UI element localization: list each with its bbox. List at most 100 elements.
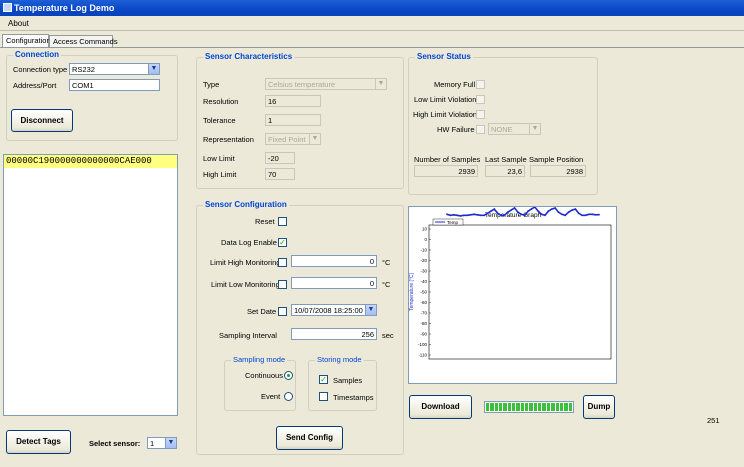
address-input[interactable]: COM1 — [69, 79, 160, 91]
hw-failure-select: NONE ▼ — [488, 123, 541, 135]
tab-access-commands[interactable]: Access Commands — [49, 35, 118, 47]
select-sensor-select[interactable]: 1 ▼ — [147, 437, 177, 449]
limit-high-checkbox[interactable] — [278, 258, 287, 267]
connection-type-select[interactable]: RS232 ▼ — [69, 63, 160, 75]
low-limit-violation-label: Low Limit Violation — [414, 95, 477, 104]
hw-failure-checkbox — [476, 125, 485, 134]
data-point — [547, 210, 550, 213]
progress-segment — [499, 403, 503, 411]
chart-title: Temperature Graph — [485, 212, 542, 219]
y-tick-label: -110 — [418, 353, 427, 358]
data-point — [530, 208, 533, 210]
sample-position-label: Sample Position — [529, 155, 584, 164]
data-point — [588, 213, 590, 216]
legend-label: Temp — [447, 220, 459, 225]
sampling-interval-unit: sec — [382, 331, 394, 340]
select-sensor-label: Select sensor: — [89, 439, 141, 448]
reset-checkbox[interactable] — [278, 217, 287, 226]
limit-low-checkbox[interactable] — [278, 280, 287, 289]
progress-segment — [520, 403, 525, 411]
low-limit-violation-checkbox — [476, 95, 485, 104]
progress-segment — [507, 403, 512, 411]
temperature-graph: Temperature Graph Temp Temperature [°C] … — [408, 205, 617, 384]
data-point — [486, 212, 489, 215]
data-point — [557, 211, 560, 214]
data-point — [452, 213, 455, 216]
address-label: Address/Port — [13, 81, 57, 90]
app-icon — [3, 3, 12, 12]
y-tick-label: -90 — [420, 332, 427, 337]
memory-full-label: Memory Full — [434, 80, 476, 89]
reset-label: Reset — [255, 217, 275, 226]
plot-area — [428, 224, 612, 360]
timestamps-label: Timestamps — [333, 393, 374, 402]
sample-counter: 251 — [707, 416, 720, 425]
download-button[interactable]: Download — [409, 395, 472, 419]
tab-configuration[interactable]: Configuration — [2, 34, 51, 47]
y-tick-label: -20 — [420, 258, 427, 263]
limit-high-label: Limit High Monitoring — [210, 258, 281, 267]
timestamps-checkbox[interactable] — [319, 392, 328, 401]
storing-mode-group: Storing mode ✓ Samples Timestamps — [308, 355, 377, 411]
progress-segment — [542, 403, 546, 411]
num-samples-value: 2939 — [414, 165, 478, 177]
limit-high-input[interactable]: 0 — [291, 255, 377, 267]
event-label: Event — [261, 392, 281, 401]
send-config-button[interactable]: Send Config — [276, 426, 343, 450]
continuous-radio[interactable] — [284, 371, 293, 380]
resolution-label: Resolution — [203, 97, 239, 106]
chevron-down-icon: ▼ — [165, 438, 176, 448]
data-point — [483, 214, 486, 217]
limit-high-unit: °C — [382, 258, 391, 267]
sensor-configuration-title: Sensor Configuration — [203, 200, 289, 209]
chevron-down-icon: ▼ — [148, 64, 159, 74]
disconnect-button[interactable]: Disconnect — [11, 109, 73, 132]
type-select: Celsius temperature ▼ — [265, 78, 387, 90]
dump-button[interactable]: Dump — [583, 395, 615, 419]
data-point — [456, 214, 458, 217]
progress-segment — [533, 403, 538, 411]
data-point — [446, 213, 448, 216]
tag-list-item[interactable]: 00000C190000000000000CAE000 — [4, 155, 177, 168]
storing-mode-title: Storing mode — [315, 355, 364, 364]
event-radio[interactable] — [284, 392, 293, 401]
data-point — [449, 214, 452, 217]
set-date-picker[interactable]: 10/07/2008 18:25:00 ▼ — [291, 304, 377, 316]
limit-low-input[interactable]: 0 — [291, 277, 377, 289]
data-point — [493, 208, 496, 210]
progress-segment — [494, 403, 499, 411]
samples-checkbox[interactable]: ✓ — [319, 375, 328, 384]
sampling-interval-input[interactable]: 256 — [291, 328, 377, 340]
limit-low-unit: °C — [382, 280, 391, 289]
memory-full-checkbox — [476, 80, 485, 89]
data-point — [571, 209, 573, 211]
y-tick-label: -10 — [420, 248, 427, 253]
progress-segment — [516, 403, 520, 411]
high-limit-label: High Limit — [203, 170, 237, 179]
progress-segment — [538, 403, 542, 411]
chevron-down-icon: ▼ — [309, 134, 320, 144]
data-point — [523, 214, 526, 217]
low-limit-value: -20 — [265, 152, 295, 164]
data-log-enable-label: Data Log Enable — [221, 238, 277, 247]
data-point — [520, 213, 523, 216]
tag-list[interactable]: 00000C190000000000000CAE000 — [3, 154, 178, 416]
y-tick-label: -60 — [420, 300, 427, 305]
menu-about[interactable]: About — [8, 19, 29, 28]
y-axis-label: Temperature [°C] — [409, 272, 415, 310]
sensor-configuration-group: Sensor Configuration Reset Data Log Enab… — [196, 200, 404, 455]
data-log-enable-checkbox[interactable]: ✓ — [278, 238, 287, 247]
y-tick-label: 10 — [422, 227, 428, 232]
sensor-characteristics-group: Sensor Characteristics Type Celsius temp… — [196, 52, 404, 189]
set-date-checkbox[interactable] — [278, 307, 287, 316]
chevron-down-icon: ▼ — [375, 79, 386, 89]
last-sample-value: 23,6 — [485, 165, 525, 177]
high-limit-violation-label: High Limit Violation — [413, 110, 478, 119]
data-point — [567, 211, 570, 214]
type-label: Type — [203, 80, 220, 89]
progress-segment — [525, 403, 529, 411]
detect-tags-button[interactable]: Detect Tags — [6, 430, 71, 454]
tolerance-label: Tolerance — [203, 116, 236, 125]
high-limit-violation-checkbox — [476, 110, 485, 119]
set-date-label: Set Date — [247, 307, 277, 316]
